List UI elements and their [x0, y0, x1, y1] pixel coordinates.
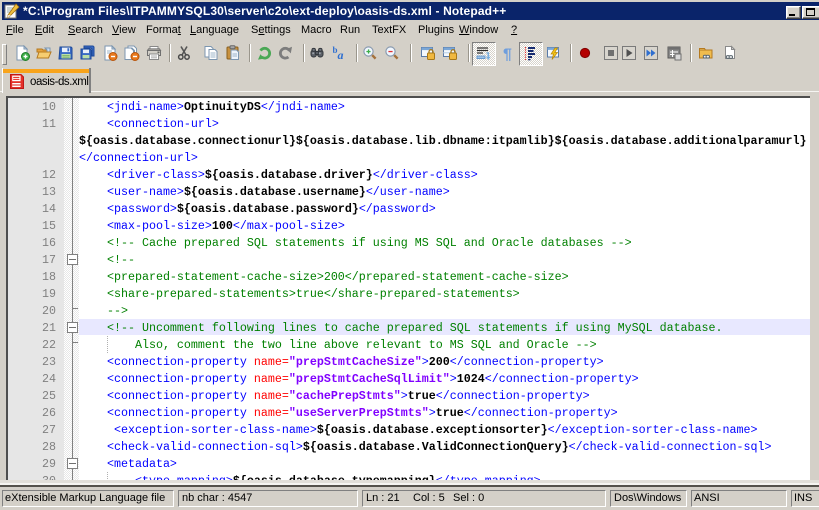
svg-text:¶: ¶ — [503, 47, 512, 62]
svg-text:a: a — [338, 48, 344, 61]
